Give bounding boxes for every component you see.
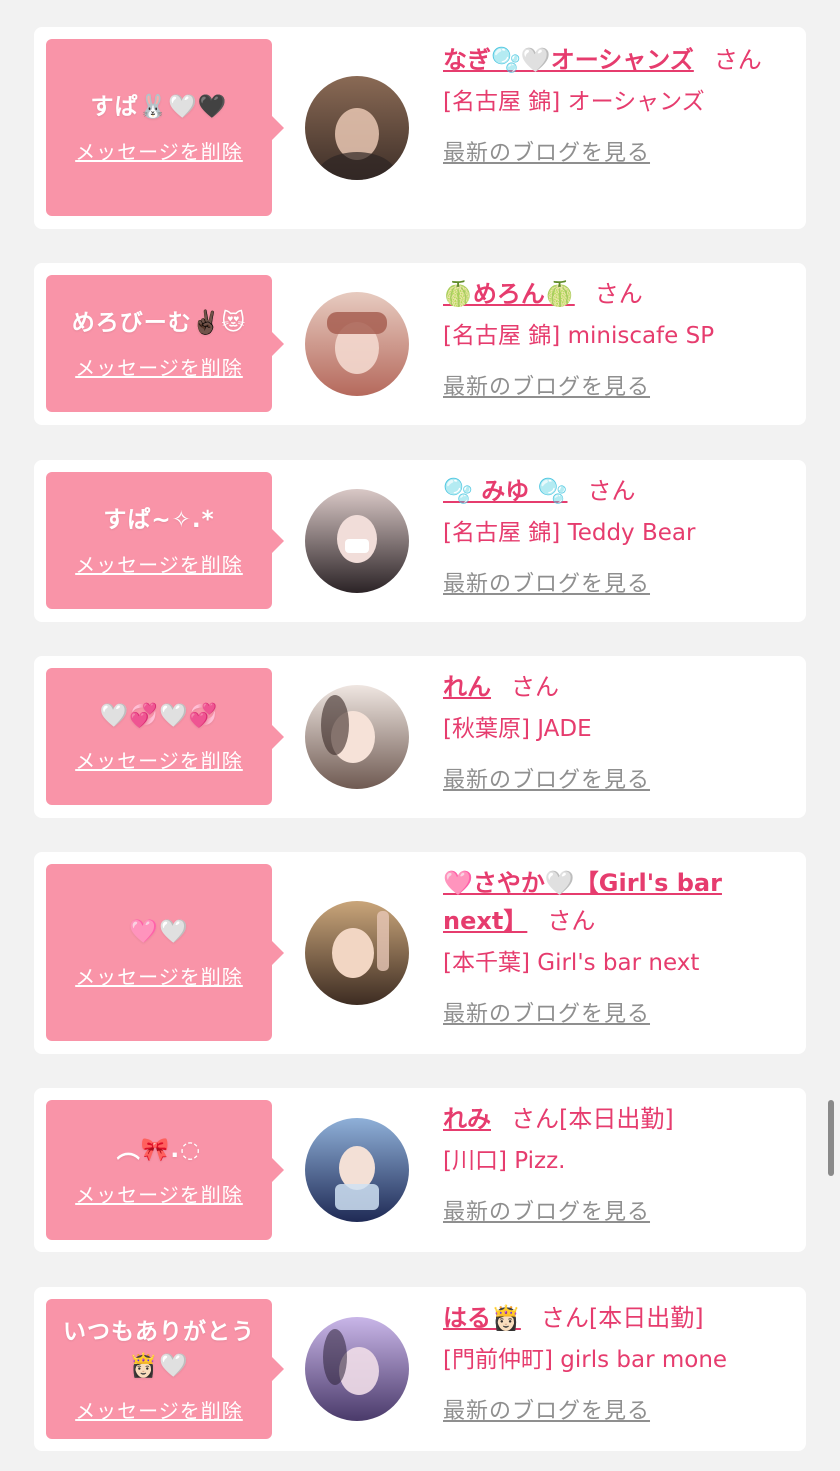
avatar[interactable] [305,489,409,593]
message-text: いつもありがとう👸🏻🤍 [63,1318,255,1379]
delete-message-link[interactable]: メッセージを削除 [75,352,243,381]
message-bubble: ︵🎀.◌ メッセージを削除 [46,1100,284,1240]
delete-message-link[interactable]: メッセージを削除 [75,745,243,774]
shop-name: [本千葉] Girl's bar next [443,950,700,976]
latest-blog-link[interactable]: 最新のブログを見る [443,566,650,598]
avatar[interactable] [305,1317,409,1421]
message-bubble: 🤍💞🤍💞 メッセージを削除 [46,668,284,805]
profile-info: れみ さん[本日出勤] [川口] Pizz. 最新のブログを見る [443,1100,788,1226]
avatar-photo-icon [305,1317,409,1421]
avatar[interactable] [305,1118,409,1222]
profile-info: 🩷さやか🤍【Girl's bar next】 さん [本千葉] Girl's ba… [443,864,788,1028]
message-bubble: いつもありがとう👸🏻🤍 メッセージを削除 [46,1299,284,1439]
message-text: すぱ~✧.* [103,507,215,533]
name-line: 🩷さやか🤍【Girl's bar next】 さん [443,864,788,940]
honorific: さん [547,907,596,935]
message-bubble: すぱ~✧.* メッセージを削除 [46,472,284,609]
avatar[interactable] [305,76,409,180]
delete-message-link[interactable]: メッセージを削除 [75,136,243,165]
avatar[interactable] [305,901,409,1005]
message-bubble: 🩷🤍 メッセージを削除 [46,864,284,1041]
honorific: さん [511,1105,559,1133]
latest-blog-link[interactable]: 最新のブログを見る [443,1194,650,1226]
shop-name: [川口] Pizz. [443,1148,566,1174]
shop-name: [名古屋 錦] miniscafe SP [443,323,715,349]
cast-name-link[interactable]: 🫧 みゆ 🫧 [443,477,567,505]
attendance-status: [本日出勤] [588,1304,704,1332]
favorite-card: 🩷🤍 メッセージを削除 🩷さやか🤍【Girl's bar next】 さん [本千… [34,852,806,1054]
latest-blog-link[interactable]: 最新のブログを見る [443,996,650,1028]
honorific: さん [540,1304,589,1332]
message-bubble: めろびーむ✌🏿😻 メッセージを削除 [46,275,284,412]
delete-message-link[interactable]: メッセージを削除 [75,1179,243,1208]
profile-info: れん さん [秋葉原] JADE 最新のブログを見る [443,668,788,794]
avatar[interactable] [305,685,409,789]
avatar-photo-icon [305,1118,409,1222]
name-line: 🫧 みゆ 🫧 さん [443,472,788,510]
message-text: めろびーむ✌🏿😻 [71,310,247,336]
profile-info: 🫧 みゆ 🫧 さん [名古屋 錦] Teddy Bear 最新のブログを見る [443,472,788,598]
message-text: 🤍💞🤍💞 [99,703,219,729]
cast-name-link[interactable]: れん [443,673,491,701]
message-text: すぱ🐰🤍🖤 [90,94,228,120]
name-line: れみ さん[本日出勤] [443,1100,788,1138]
avatar-photo-icon [305,489,409,593]
profile-info: はる👸🏻 さん[本日出勤] [門前仲町] girls bar mone 最新のブロ… [443,1299,788,1425]
shop-name: [門前仲町] girls bar mone [443,1347,728,1373]
avatar-photo-icon [305,292,409,396]
favorite-card: すぱ~✧.* メッセージを削除 🫧 みゆ 🫧 さん [名古屋 錦] Teddy B… [34,460,806,622]
delete-message-link[interactable]: メッセージを削除 [75,1395,243,1424]
favorite-card: いつもありがとう👸🏻🤍 メッセージを削除 はる👸🏻 さん[本日出勤] [門前仲町]… [34,1287,806,1451]
profile-info: 🍈めろん🍈 さん [名古屋 錦] miniscafe SP 最新のブログを見る [443,275,788,401]
cast-name-link[interactable]: はる👸🏻 [443,1304,521,1332]
name-line: なぎ🫧🤍オーシャンズ さん [443,41,788,79]
avatar-photo-icon [305,76,409,180]
honorific: さん [713,46,762,74]
favorite-card: ︵🎀.◌ メッセージを削除 れみ さん[本日出勤] [川口] Pizz. 最新のブ… [34,1088,806,1252]
cast-name-link[interactable]: なぎ🫧🤍オーシャンズ [443,46,694,74]
avatar[interactable] [305,292,409,396]
latest-blog-link[interactable]: 最新のブログを見る [443,369,650,401]
delete-message-link[interactable]: メッセージを削除 [75,549,243,578]
cast-name-link[interactable]: れみ [443,1105,491,1133]
message-text: ︵🎀.◌ [116,1136,202,1163]
name-line: 🍈めろん🍈 さん [443,275,788,313]
avatar-photo-icon [305,901,409,1005]
favorite-card: めろびーむ✌🏿😻 メッセージを削除 🍈めろん🍈 さん [名古屋 錦] minisc… [34,263,806,425]
attendance-status: [本日出勤] [559,1105,674,1133]
name-line: はる👸🏻 さん[本日出勤] [443,1299,788,1337]
avatar-photo-icon [305,685,409,789]
favorite-card: すぱ🐰🤍🖤 メッセージを削除 なぎ🫧🤍オーシャンズ さん [名古屋 錦] オーシャ… [34,27,806,229]
honorific: さん [511,673,559,701]
scrollbar[interactable] [828,1100,834,1176]
favorites-list: すぱ🐰🤍🖤 メッセージを削除 なぎ🫧🤍オーシャンズ さん [名古屋 錦] オーシャ… [0,0,840,1471]
favorite-card: 🤍💞🤍💞 メッセージを削除 れん さん [秋葉原] JADE 最新のブログを見る [34,656,806,818]
latest-blog-link[interactable]: 最新のブログを見る [443,1393,650,1425]
latest-blog-link[interactable]: 最新のブログを見る [443,762,650,794]
latest-blog-link[interactable]: 最新のブログを見る [443,135,650,167]
honorific: さん [587,477,636,505]
message-bubble: すぱ🐰🤍🖤 メッセージを削除 [46,39,284,216]
name-line: れん さん [443,668,788,706]
shop-name: [名古屋 錦] Teddy Bear [443,520,696,546]
honorific: さん [594,280,643,308]
delete-message-link[interactable]: メッセージを削除 [75,961,243,990]
shop-name: [名古屋 錦] オーシャンズ [443,89,705,115]
profile-info: なぎ🫧🤍オーシャンズ さん [名古屋 錦] オーシャンズ 最新のブログを見る [443,41,788,167]
shop-name: [秋葉原] JADE [443,716,592,742]
message-text: 🩷🤍 [129,919,189,945]
cast-name-link[interactable]: 🍈めろん🍈 [443,280,575,308]
